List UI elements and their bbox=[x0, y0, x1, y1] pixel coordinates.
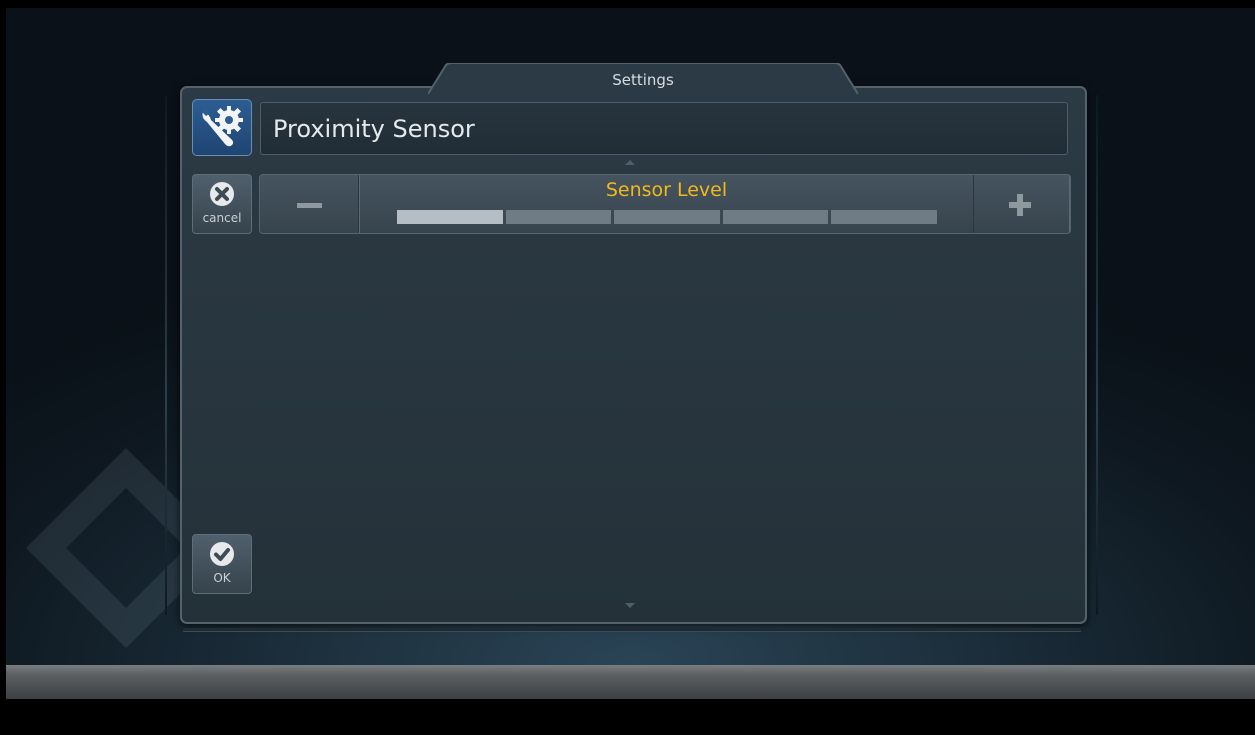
dialog-title: Settings bbox=[612, 71, 674, 89]
decrease-level-button[interactable] bbox=[260, 175, 359, 233]
dialog-title-tab: Settings bbox=[428, 63, 858, 95]
check-circle-icon bbox=[210, 542, 234, 566]
setting-name-field: Proximity Sensor bbox=[260, 102, 1068, 155]
level-segment[interactable] bbox=[831, 210, 937, 224]
background-divider-right bbox=[1096, 95, 1098, 615]
sensor-level-bar[interactable] bbox=[397, 210, 937, 224]
cancel-button[interactable]: cancel bbox=[192, 174, 252, 234]
background-divider-left bbox=[165, 95, 167, 615]
scroll-up-icon[interactable] bbox=[625, 160, 635, 165]
level-segment[interactable] bbox=[722, 210, 829, 224]
increase-level-button[interactable] bbox=[973, 175, 1070, 233]
screen: Settings Proximity Sensor cancel Sensor … bbox=[0, 0, 1255, 735]
level-segment[interactable] bbox=[397, 210, 503, 224]
scroll-down-icon[interactable] bbox=[625, 603, 635, 608]
settings-dialog bbox=[180, 86, 1087, 624]
sensor-level-control: Sensor Level bbox=[259, 174, 1071, 234]
level-segment[interactable] bbox=[505, 210, 612, 224]
minus-icon bbox=[297, 203, 322, 208]
ok-button[interactable]: OK bbox=[192, 534, 252, 594]
bottom-bar bbox=[6, 665, 1255, 699]
setting-name: Proximity Sensor bbox=[273, 115, 475, 143]
ok-label: OK bbox=[213, 571, 231, 585]
x-circle-icon bbox=[210, 182, 234, 206]
wrench-gear-icon bbox=[192, 99, 252, 156]
sensor-level-label: Sensor Level bbox=[605, 179, 728, 201]
level-segment[interactable] bbox=[614, 210, 720, 224]
plus-icon bbox=[1009, 194, 1031, 216]
dialog-base bbox=[183, 628, 1081, 632]
cancel-label: cancel bbox=[202, 211, 242, 225]
